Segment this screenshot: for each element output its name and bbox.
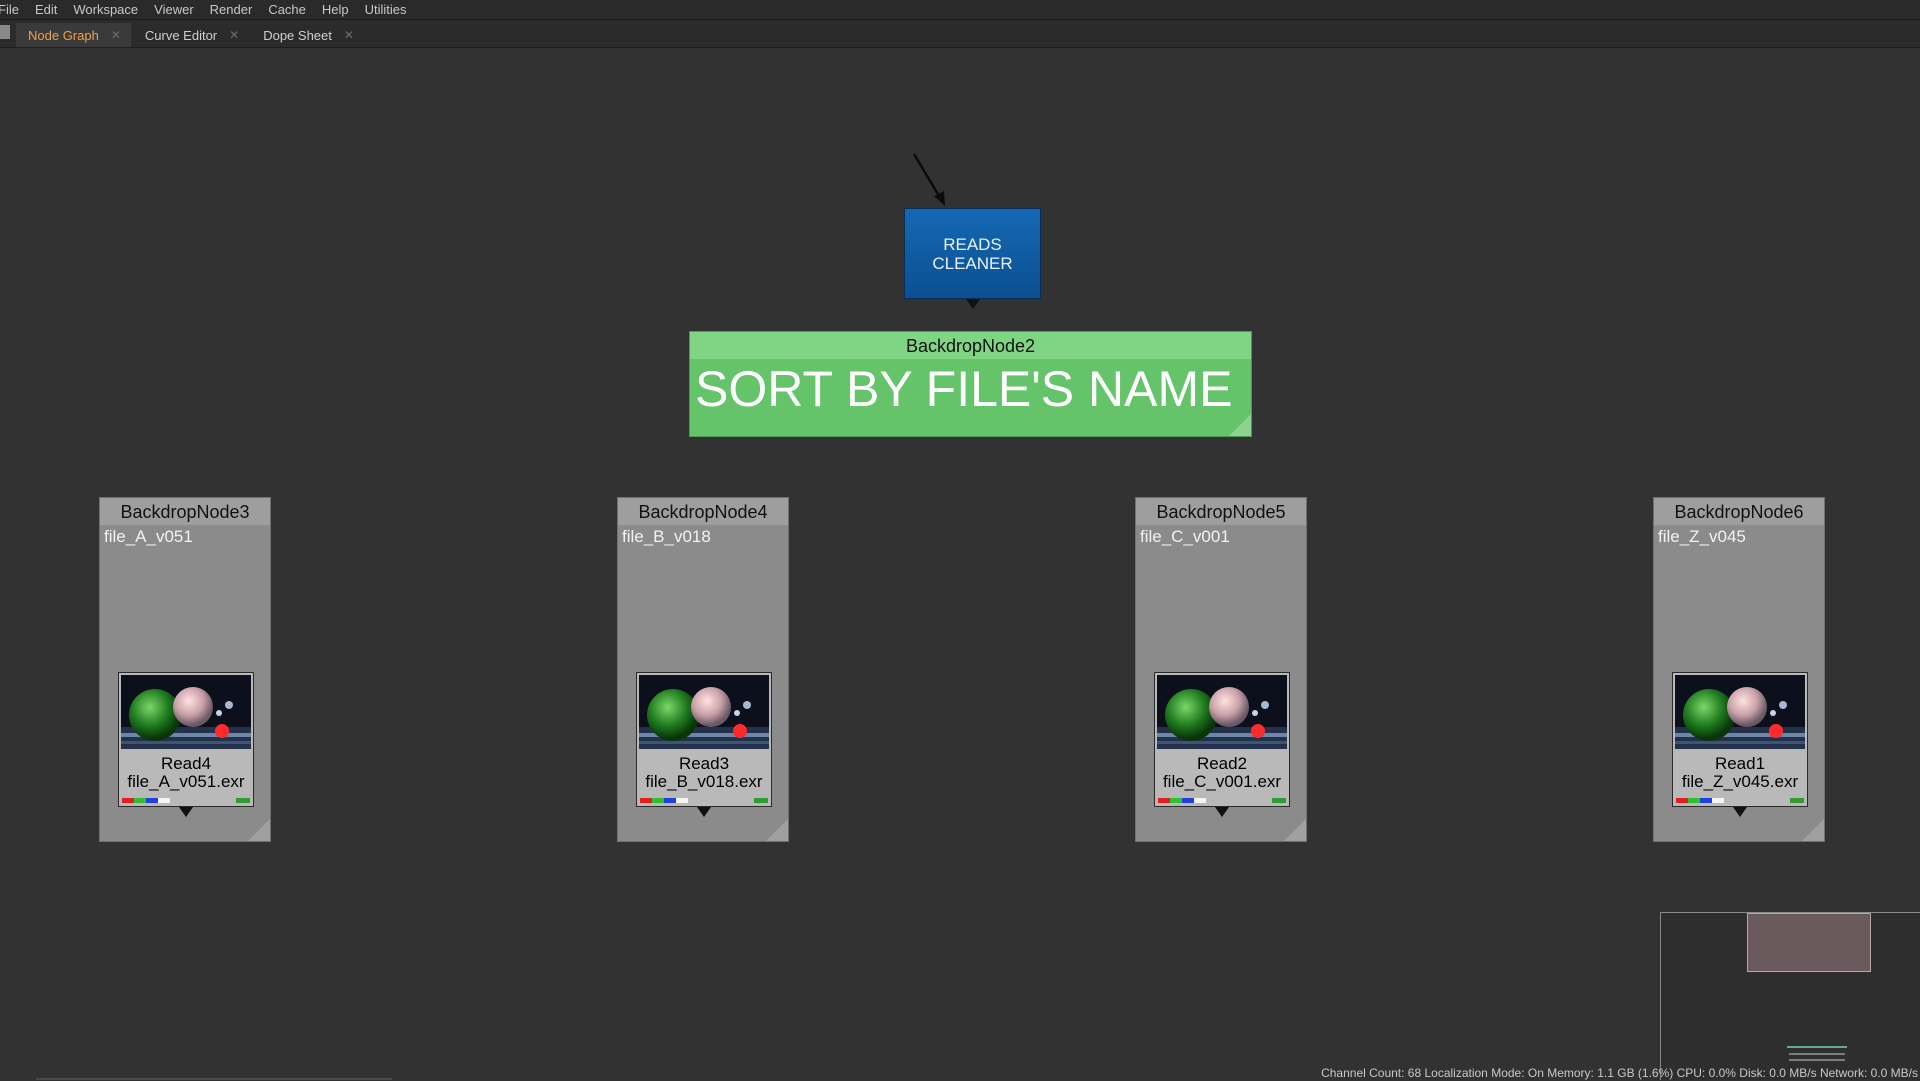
close-icon[interactable]: ✕ bbox=[229, 28, 239, 42]
backdrop-node-main[interactable]: BackdropNode2 SORT BY FILE'S NAME bbox=[689, 331, 1252, 437]
read-node-file: file_B_v018.exr bbox=[645, 772, 763, 791]
tab-label: Curve Editor bbox=[144, 27, 218, 43]
minimap-viewport[interactable] bbox=[1747, 913, 1871, 972]
backdrop-label: file_C_v001 bbox=[1140, 527, 1230, 546]
backdrop-node[interactable]: BackdropNode3 file_A_v051 Read4 file_A_v… bbox=[99, 497, 271, 842]
read-node-name: Read4 bbox=[160, 754, 212, 773]
read-node-name: Read1 bbox=[1714, 754, 1766, 773]
panel-drag-handle[interactable] bbox=[0, 25, 10, 39]
alpha-indicator bbox=[1272, 798, 1286, 803]
close-icon[interactable]: ✕ bbox=[111, 28, 121, 42]
backdrop-node[interactable]: BackdropNode5 file_C_v001 Read2 file_C_v… bbox=[1135, 497, 1307, 842]
menu-bar: File Edit Workspace Viewer Render Cache … bbox=[0, 0, 1920, 20]
channel-indicator bbox=[640, 798, 688, 803]
menu-viewer[interactable]: Viewer bbox=[146, 0, 202, 19]
read-node[interactable]: Read3 file_B_v018.exr bbox=[636, 672, 772, 817]
node-label-line2: CLEANER bbox=[932, 253, 1013, 273]
alpha-indicator bbox=[754, 798, 768, 803]
backdrop-title: BackdropNode3 bbox=[100, 498, 270, 525]
backdrop-title: BackdropNode6 bbox=[1654, 498, 1824, 525]
resize-handle[interactable] bbox=[766, 819, 788, 841]
backdrop-node[interactable]: BackdropNode6 file_Z_v045 Read1 file_Z_v… bbox=[1653, 497, 1825, 842]
backdrop-node[interactable]: BackdropNode4 file_B_v018 Read3 file_B_v… bbox=[617, 497, 789, 842]
tab-curve-editor[interactable]: Curve Editor ✕ bbox=[133, 23, 249, 47]
thumbnail-image bbox=[1675, 675, 1805, 749]
menu-render[interactable]: Render bbox=[202, 0, 261, 19]
channel-indicator bbox=[122, 798, 170, 803]
thumbnail-image bbox=[1157, 675, 1287, 749]
output-arrow-icon[interactable] bbox=[179, 807, 193, 817]
menu-help[interactable]: Help bbox=[314, 0, 357, 19]
status-bar: Channel Count: 68 Localization Mode: On … bbox=[1321, 1066, 1918, 1080]
backdrop-label: file_B_v018 bbox=[622, 527, 711, 546]
backdrop-label: SORT BY FILE'S NAME bbox=[695, 361, 1233, 417]
navigator-minimap[interactable] bbox=[1660, 912, 1920, 1080]
read-node-file: file_Z_v045.exr bbox=[1681, 772, 1799, 791]
resize-handle[interactable] bbox=[1229, 414, 1251, 436]
read-node-name: Read3 bbox=[678, 754, 730, 773]
tab-node-graph[interactable]: Node Graph ✕ bbox=[16, 23, 131, 47]
output-arrow-icon[interactable] bbox=[966, 299, 980, 309]
read-node-file: file_C_v001.exr bbox=[1162, 772, 1282, 791]
backdrop-title: BackdropNode2 bbox=[690, 332, 1251, 359]
node-graph-canvas[interactable]: READS CLEANER BackdropNode2 SORT BY FILE… bbox=[0, 48, 1920, 1080]
read-node[interactable]: Read4 file_A_v051.exr bbox=[118, 672, 254, 817]
close-icon[interactable]: ✕ bbox=[344, 28, 354, 42]
thumbnail-image bbox=[639, 675, 769, 749]
menu-edit[interactable]: Edit bbox=[27, 0, 65, 19]
backdrop-title: BackdropNode5 bbox=[1136, 498, 1306, 525]
backdrop-title: BackdropNode4 bbox=[618, 498, 788, 525]
resize-handle[interactable] bbox=[1284, 819, 1306, 841]
alpha-indicator bbox=[1790, 798, 1804, 803]
read-node[interactable]: Read1 file_Z_v045.exr bbox=[1672, 672, 1808, 817]
read-node-name: Read2 bbox=[1196, 754, 1248, 773]
channel-indicator bbox=[1676, 798, 1724, 803]
arrow-icon bbox=[912, 153, 945, 206]
tab-dope-sheet[interactable]: Dope Sheet ✕ bbox=[251, 23, 364, 47]
alpha-indicator bbox=[236, 798, 250, 803]
menu-file[interactable]: File bbox=[0, 0, 27, 19]
channel-indicator bbox=[1158, 798, 1206, 803]
node-label-line1: READS bbox=[943, 234, 1002, 254]
resize-handle[interactable] bbox=[248, 819, 270, 841]
backdrop-label: file_Z_v045 bbox=[1658, 527, 1746, 546]
output-arrow-icon[interactable] bbox=[1215, 807, 1229, 817]
menu-cache[interactable]: Cache bbox=[260, 0, 314, 19]
read-node[interactable]: Read2 file_C_v001.exr bbox=[1154, 672, 1290, 817]
thumbnail-image bbox=[121, 675, 251, 749]
tab-label: Node Graph bbox=[28, 27, 99, 43]
resize-handle[interactable] bbox=[1802, 819, 1824, 841]
output-arrow-icon[interactable] bbox=[697, 807, 711, 817]
menu-utilities[interactable]: Utilities bbox=[357, 0, 415, 19]
read-node-file: file_A_v051.exr bbox=[127, 772, 245, 791]
output-arrow-icon[interactable] bbox=[1733, 807, 1747, 817]
node-label: READS CLEANER bbox=[932, 235, 1012, 273]
tab-label: Dope Sheet bbox=[263, 27, 332, 43]
menu-workspace[interactable]: Workspace bbox=[65, 0, 146, 19]
backdrop-label: file_A_v051 bbox=[104, 527, 193, 546]
reads-cleaner-node[interactable]: READS CLEANER bbox=[904, 208, 1041, 299]
tab-bar: Node Graph ✕ Curve Editor ✕ Dope Sheet ✕ bbox=[0, 20, 1920, 48]
